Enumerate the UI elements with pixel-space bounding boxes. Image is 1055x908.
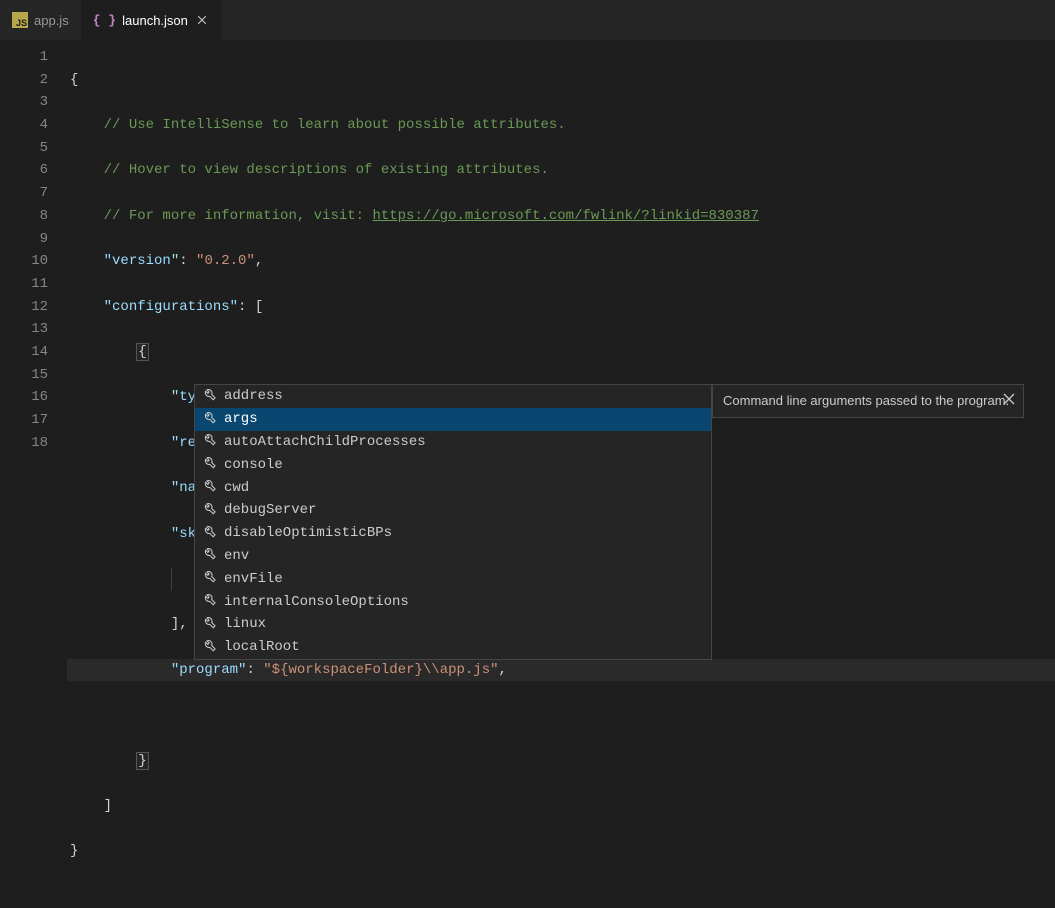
suggestion-label: autoAttachChildProcesses [224,434,426,450]
close-icon[interactable] [1001,391,1017,407]
line-number: 11 [0,273,48,296]
json-key: "program" [171,662,247,678]
json-icon: { } [93,13,116,28]
tab-app-js[interactable]: JS app.js [0,0,81,40]
line-number: 7 [0,182,48,205]
wrench-icon [201,640,216,655]
line-number: 10 [0,250,48,273]
line-number: 8 [0,205,48,228]
tab-bar: JS app.js { } launch.json [0,0,1055,40]
suggestion-item[interactable]: internalConsoleOptions [195,590,711,613]
suggestion-item[interactable]: localRoot [195,636,711,659]
suggestion-item[interactable]: disableOptimisticBPs [195,522,711,545]
suggestion-label: console [224,457,283,473]
bracket: ] [104,798,112,814]
line-number: 15 [0,364,48,387]
suggestion-doc-text: Command line arguments passed to the pro… [723,393,1009,408]
suggestion-item[interactable]: env [195,545,711,568]
line-number: 16 [0,386,48,409]
suggestion-label: internalConsoleOptions [224,594,409,610]
brace-match: } [136,752,148,770]
wrench-icon [201,480,216,495]
suggestion-doc: Command line arguments passed to the pro… [712,384,1024,418]
suggestion-item[interactable]: console [195,453,711,476]
line-number: 14 [0,341,48,364]
wrench-icon [201,412,216,427]
wrench-icon [201,594,216,609]
brace: { [70,72,78,88]
line-number: 2 [0,69,48,92]
suggestion-label: address [224,388,283,404]
suggestion-item[interactable]: debugServer [195,499,711,522]
wrench-icon [201,389,216,404]
suggestion-label: linux [224,616,266,632]
line-number: 18 [0,432,48,455]
json-key: "version" [104,253,180,269]
line-number: 13 [0,318,48,341]
line-number: 12 [0,296,48,319]
line-number: 9 [0,228,48,251]
json-string: "${workspaceFolder}\\app.js" [263,662,498,678]
wrench-icon [201,434,216,449]
json-key: "configurations" [104,299,238,315]
tab-launch-json[interactable]: { } launch.json [81,0,222,40]
suggestion-item[interactable]: autoAttachChildProcesses [195,431,711,454]
line-number: 5 [0,137,48,160]
tab-label: app.js [34,13,69,28]
suggestion-label: debugServer [224,502,316,518]
line-number: 4 [0,114,48,137]
wrench-icon [201,457,216,472]
comment: // For more information, visit: [104,208,373,224]
suggestion-label: localRoot [224,639,300,655]
suggestion-label: disableOptimisticBPs [224,525,392,541]
suggestion-item[interactable]: address [195,385,711,408]
line-number: 3 [0,91,48,114]
bracket: ], [171,616,188,632]
tab-label: launch.json [122,13,188,28]
comment: // Hover to view descriptions of existin… [104,162,549,178]
suggestion-item[interactable]: envFile [195,567,711,590]
suggestion-item[interactable]: cwd [195,476,711,499]
suggestion-label: envFile [224,571,283,587]
suggestion-label: cwd [224,480,249,496]
line-gutter: 1 2 3 4 5 6 7 8 9 10 11 12 13 14 15 16 1… [0,40,70,681]
line-number: 1 [0,46,48,69]
comment-url[interactable]: https://go.microsoft.com/fwlink/?linkid=… [372,208,758,224]
brace-match: { [136,343,148,361]
wrench-icon [201,548,216,563]
suggestion-label: env [224,548,249,564]
line-number: 17 [0,409,48,432]
json-string: "0.2.0" [196,253,255,269]
brace: } [70,843,78,859]
suggestion-item[interactable]: linux [195,613,711,636]
wrench-icon [201,503,216,518]
wrench-icon [201,526,216,541]
line-number: 6 [0,159,48,182]
js-icon: JS [12,12,28,28]
suggestion-item[interactable]: args [195,408,711,431]
comment: // Use IntelliSense to learn about possi… [104,117,566,133]
close-icon[interactable] [194,12,210,28]
suggestion-label: args [224,411,258,427]
suggestion-popup[interactable]: address args autoAttachChildProcesses conso… [194,384,712,660]
wrench-icon [201,617,216,632]
wrench-icon [201,571,216,586]
